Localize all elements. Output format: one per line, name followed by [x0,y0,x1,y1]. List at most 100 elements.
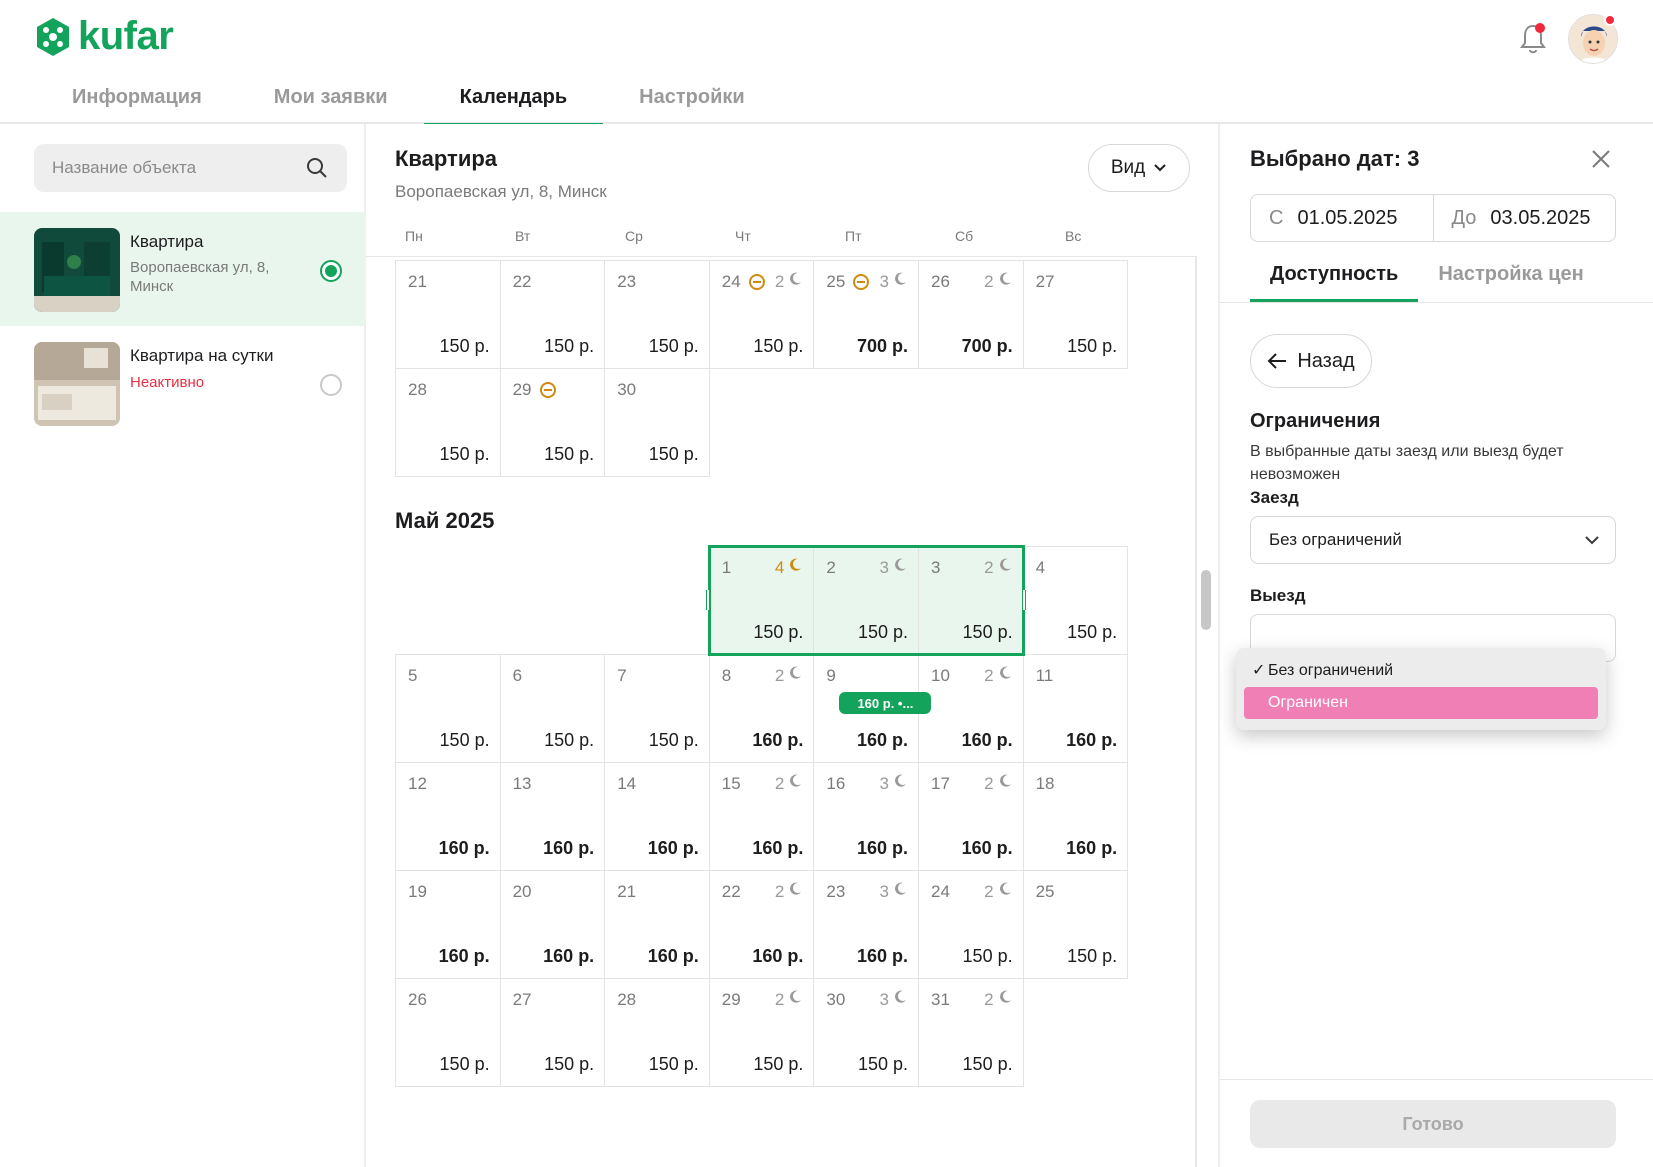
day-number: 22 [721,882,741,901]
calendar-scrollbar[interactable] [1201,570,1211,630]
back-label: Назад [1297,349,1355,372]
moon-icon [892,989,908,1010]
date-to-field[interactable]: До 03.05.2025 [1434,195,1616,241]
calendar-day-cell[interactable]: 12 160 р. [395,762,501,871]
moon-icon [892,773,908,794]
calendar-day-cell[interactable]: 27 150 р. [499,978,606,1087]
calendar-day-cell[interactable]: 28 150 р. [395,368,501,477]
calendar-day-cell[interactable]: 1 4 150 р. [708,546,815,655]
dropdown-option-label: Ограничен [1268,694,1348,711]
calendar-day-cell[interactable]: 28 150 р. [604,978,710,1087]
calendar-day-cell[interactable]: 24 2 150 р. [708,260,815,369]
calendar-day-cell[interactable]: 15 2 160 р. [708,762,815,871]
back-button[interactable]: Назад [1250,334,1372,388]
day-price: 150 р. [857,622,908,642]
calendar-day-cell[interactable]: 22 2 160 р. [708,870,815,979]
object-item-kvartira[interactable]: Квартира Воропаевская ул, 8, Минск [0,212,366,326]
calendar-day-cell[interactable]: 16 3 160 р. [813,762,919,871]
calendar-day-cell[interactable]: 29 2 150 р. [708,978,815,1087]
date-to-prefix: До [1451,206,1477,229]
day-price: 150 р. [962,946,1013,966]
calendar-day-cell[interactable]: 26 2 700 р. [918,260,1024,369]
calendar-day-cell[interactable]: 31 2 150 р. [918,978,1024,1087]
day-number: 30 [826,990,846,1009]
calendar-object-title: Квартира [395,146,498,171]
calendar-day-cell[interactable]: 3 2 150 р. [918,546,1024,655]
calendar-day-cell[interactable]: 14 160 р. [604,762,710,871]
tab-my-requests[interactable]: Мои заявки [238,70,424,124]
date-from-field[interactable]: С 01.05.2025 [1251,195,1434,241]
calendar-day-cell[interactable]: 18 160 р. [1022,762,1129,871]
calendar-day-cell[interactable]: 11 160 р. [1022,654,1129,763]
calendar-day-cell[interactable]: 25 3 700 р. [813,260,919,369]
tab-availability[interactable]: Доступность [1250,246,1419,302]
done-button[interactable]: Готово [1250,1100,1616,1148]
logo-wordmark: kufar [78,14,174,58]
min-nights: 2 [984,557,1012,578]
day-number: 23 [617,272,637,291]
restriction-icon [852,273,870,296]
calendar-day-cell[interactable]: 30 3 150 р. [813,978,919,1087]
tab-price-settings[interactable]: Настройка цен [1418,246,1603,302]
close-icon[interactable] [1590,148,1612,170]
price-change-tag[interactable]: 160 р. •... [839,692,932,714]
calendar-day-cell[interactable]: 22 150 р. [499,260,606,369]
search-input[interactable]: Название объекта [34,144,347,192]
moon-icon [997,881,1013,902]
min-nights: 3 [880,881,908,902]
object-radio[interactable] [320,374,342,396]
day-number: 27 [512,990,532,1009]
calendar-day-cell[interactable]: 27 150 р. [1022,260,1129,369]
tab-calendar[interactable]: Календарь [423,70,604,126]
day-price: 160 р. [543,946,595,966]
search-icon[interactable] [305,156,329,180]
checkout-dropdown-menu: ✓ Без ограничений Ограничен [1236,648,1606,730]
calendar-day-cell[interactable]: 6 150 р. [499,654,606,763]
tab-info[interactable]: Информация [36,70,238,124]
calendar-day-cell[interactable]: 17 2 160 р. [918,762,1024,871]
min-nights-value: 3 [879,773,889,793]
day-number: 14 [617,774,637,793]
min-nights-value: 2 [984,881,994,901]
search-placeholder: Название объекта [52,158,197,177]
day-price: 150 р. [439,444,490,464]
calendar-day-cell[interactable]: 29 150 р. [499,368,606,477]
calendar-day-cell[interactable]: 4 150 р. [1022,546,1129,655]
dropdown-option-restricted[interactable]: Ограничен [1244,687,1598,719]
calendar-day-cell[interactable]: 26 150 р. [395,978,501,1087]
dropdown-option-no-restriction[interactable]: ✓ Без ограничений [1244,655,1598,687]
min-nights-value: 2 [984,773,994,793]
calendar-day-cell[interactable]: 21 160 р. [604,870,710,979]
panel-tabs: Доступность Настройка цен [1250,246,1630,302]
calendar-day-cell[interactable]: 10 2 160 р. [918,654,1024,763]
calendar-day-cell[interactable]: 23 3 160 р. [813,870,919,979]
tab-settings[interactable]: Настройки [603,70,781,124]
calendar-day-cell[interactable]: 23150 р. [604,260,710,369]
calendar-day-cell[interactable]: 21 150 р. [395,260,501,369]
calendar-day-cell[interactable]: 20 160 р. [499,870,606,979]
kufar-logo[interactable]: kufar [34,14,174,59]
object-title: Квартира на сутки [130,346,274,365]
checkin-select[interactable]: Без ограничений [1250,516,1616,564]
object-radio[interactable] [320,260,342,282]
calendar-day-cell[interactable]: 13 160 р. [499,762,606,871]
date-to-value: 03.05.2025 [1490,206,1591,229]
calendar-day-cell[interactable]: 24 2 150 р. [918,870,1024,979]
calendar-day-cell[interactable]: 30 150 р. [604,368,710,477]
calendar-day-cell[interactable]: 19 160 р. [395,870,501,979]
calendar-day-cell[interactable]: 8 2 160 р. [708,654,815,763]
calendar-day-cell[interactable]: 5 150 р. [395,654,501,763]
calendar-day-cell[interactable]: 23150 р. [813,546,919,655]
moon-icon [997,271,1013,292]
moon-icon [787,271,803,292]
day-price: 160 р. [752,838,804,858]
range-resize-handle-left[interactable] [705,590,710,610]
day-number: 24 [721,272,741,291]
min-nights: 2 [984,773,1012,794]
object-item-kvartira-na-sutki[interactable]: Квартира на сутки Неактивно [0,326,366,440]
calendar-day-cell[interactable]: 7 150 р. [604,654,710,763]
bell-icon[interactable] [1518,22,1548,56]
range-resize-handle-right[interactable] [1021,590,1026,610]
view-dropdown-button[interactable]: Вид [1088,144,1190,192]
calendar-day-cell[interactable]: 25 150 р. [1022,870,1129,979]
